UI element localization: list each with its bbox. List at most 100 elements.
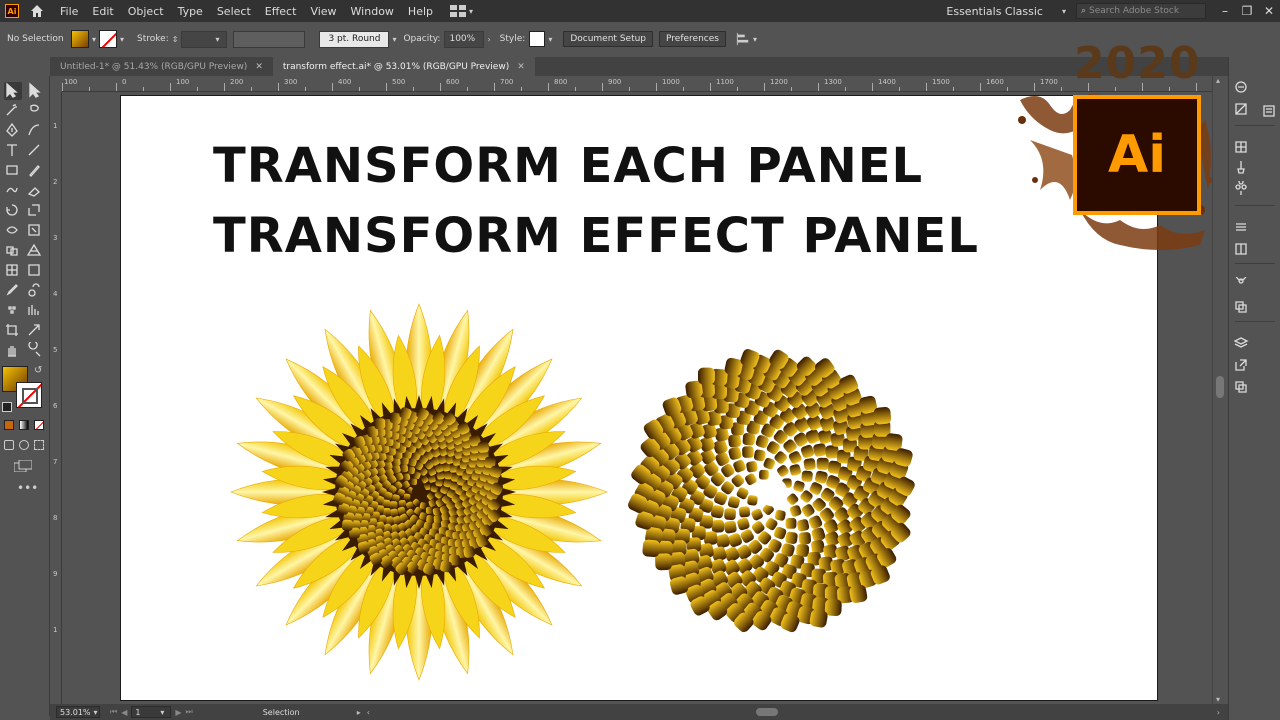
home-icon[interactable] (29, 3, 45, 19)
last-artboard-icon[interactable]: ⏭ (186, 707, 193, 717)
chevron-down-icon[interactable]: ▾ (1062, 7, 1066, 16)
vertical-scrollbar[interactable]: ▾ ▴ (1212, 76, 1228, 704)
chevron-down-icon[interactable]: ▾ (392, 35, 396, 44)
chevron-down-icon[interactable]: ▾ (160, 708, 164, 717)
eraser-tool-icon[interactable] (26, 182, 44, 200)
hand-tool-icon[interactable] (4, 342, 22, 360)
screen-mode-icon[interactable] (14, 460, 32, 472)
chevron-down-icon[interactable]: ▾ (92, 35, 96, 44)
rectangle-tool-icon[interactable] (4, 162, 22, 180)
tab-untitled[interactable]: Untitled-1* @ 51.43% (RGB/GPU Preview) ✕ (50, 57, 273, 76)
free-transform-tool-icon[interactable] (26, 222, 44, 240)
document-setup-button[interactable]: Document Setup (563, 31, 654, 47)
magic-wand-tool-icon[interactable] (4, 102, 22, 120)
first-artboard-icon[interactable]: ⏮ (110, 707, 117, 717)
chevron-down-icon[interactable]: ▾ (94, 708, 98, 717)
status-menu-icon[interactable]: ▸ (357, 708, 361, 717)
symbols-panel-icon[interactable] (1233, 179, 1249, 197)
default-colors-icon[interactable] (2, 402, 12, 412)
artboards-panel-icon[interactable] (1233, 379, 1249, 395)
menu-window[interactable]: Window (344, 5, 401, 18)
lasso-tool-icon[interactable] (26, 102, 44, 120)
seed-spiral-artwork[interactable] (626, 348, 916, 635)
paintbrush-tool-icon[interactable] (26, 162, 44, 180)
column-graph-tool-icon[interactable] (26, 302, 44, 320)
chevron-down-icon[interactable]: ▾ (120, 35, 124, 44)
menu-file[interactable]: File (53, 5, 85, 18)
zoom-field[interactable]: 53.01% ▾ (56, 706, 100, 718)
align-icon[interactable] (736, 32, 750, 46)
scroll-right-icon[interactable]: › (1217, 708, 1220, 717)
menu-object[interactable]: Object (121, 5, 171, 18)
gradient-panel-icon[interactable] (1233, 241, 1249, 257)
chevron-down-icon[interactable]: ▾ (215, 35, 219, 44)
menu-help[interactable]: Help (401, 5, 440, 18)
more-tools-icon[interactable]: ••• (17, 481, 38, 495)
next-artboard-icon[interactable]: ▶ (175, 708, 181, 717)
menu-select[interactable]: Select (210, 5, 258, 18)
search-stock-input[interactable]: ⌕ Search Adobe Stock (1076, 3, 1206, 19)
rotate-tool-icon[interactable] (4, 202, 22, 220)
minimize-button[interactable]: – (1214, 4, 1236, 18)
properties-panel-icon[interactable] (1261, 103, 1277, 119)
color-guide-icon[interactable] (1233, 101, 1249, 117)
eyedropper-tool-icon[interactable] (4, 282, 22, 300)
graphic-styles-icon[interactable] (1233, 299, 1249, 315)
direct-selection-tool-icon[interactable] (26, 82, 44, 100)
pen-tool-icon[interactable] (4, 122, 22, 140)
gradient-tool-icon[interactable] (26, 262, 44, 280)
artwork-group[interactable] (121, 96, 1158, 701)
chevron-down-icon[interactable]: ▾ (469, 7, 473, 16)
draw-normal-icon[interactable] (4, 440, 14, 450)
stroke-color-swatch[interactable] (16, 382, 42, 408)
tab-transform-effect[interactable]: transform effect.ai* @ 53.01% (RGB/GPU P… (272, 57, 535, 76)
perspective-grid-tool-icon[interactable] (26, 242, 44, 260)
draw-inside-icon[interactable] (34, 440, 44, 450)
menu-edit[interactable]: Edit (85, 5, 120, 18)
stroke-panel-icon[interactable] (1233, 219, 1249, 235)
chevron-down-icon[interactable]: ▾ (548, 35, 552, 44)
close-icon[interactable]: ✕ (517, 62, 525, 72)
color-panel-icon[interactable] (1233, 79, 1249, 95)
artboard-number-field[interactable]: 1 ▾ (131, 706, 172, 718)
scale-tool-icon[interactable] (26, 202, 44, 220)
zoom-tool-icon[interactable] (26, 340, 44, 360)
slice-tool-icon[interactable] (26, 322, 44, 340)
line-tool-icon[interactable] (26, 142, 44, 160)
variable-width-field[interactable] (233, 30, 306, 48)
stroke-swatch[interactable] (99, 30, 118, 48)
shaper-tool-icon[interactable] (4, 182, 22, 200)
symbol-sprayer-tool-icon[interactable] (4, 302, 22, 320)
stepper-icon[interactable]: ⇕ (172, 35, 179, 44)
style-swatch[interactable] (529, 31, 546, 47)
gradient-mode-button[interactable] (19, 420, 29, 430)
chevron-right-icon[interactable]: › (487, 35, 490, 44)
fill-swatch[interactable] (71, 30, 89, 48)
shape-builder-tool-icon[interactable] (4, 242, 22, 260)
menu-effect[interactable]: Effect (258, 5, 304, 18)
appearance-panel-icon[interactable] (1233, 269, 1249, 293)
draw-behind-icon[interactable] (19, 440, 29, 450)
swatches-panel-icon[interactable] (1233, 139, 1249, 155)
color-mode-button[interactable] (4, 420, 14, 430)
arrange-documents-icon[interactable] (450, 5, 466, 17)
artboard-tool-icon[interactable] (4, 322, 22, 340)
swap-colors-icon[interactable]: ↺ (34, 365, 42, 376)
export-panel-icon[interactable] (1233, 357, 1249, 373)
mesh-tool-icon[interactable] (4, 262, 22, 280)
artboard[interactable]: TRANSFORM EACH PANEL TRANSFORM EFFECT PA… (120, 95, 1158, 701)
preferences-button[interactable]: Preferences (659, 31, 726, 47)
none-mode-button[interactable] (34, 420, 44, 430)
scrollbar-thumb[interactable] (1216, 376, 1224, 398)
brushes-panel-icon[interactable] (1233, 159, 1249, 175)
sunflower-artwork[interactable] (230, 303, 608, 681)
scroll-left-icon[interactable]: ‹ (367, 708, 370, 717)
h-scrollbar-thumb[interactable] (755, 708, 778, 716)
workspace-switcher[interactable]: Essentials Classic (946, 5, 1043, 18)
close-button[interactable]: ✕ (1258, 4, 1280, 18)
scroll-down-icon[interactable]: ▾ (1216, 695, 1220, 704)
scroll-up-icon[interactable]: ▴ (1216, 76, 1220, 85)
menu-type[interactable]: Type (171, 5, 210, 18)
type-tool-icon[interactable] (4, 142, 22, 160)
vertical-ruler[interactable]: 1 2 3 4 5 6 7 8 9 1 (50, 92, 62, 704)
